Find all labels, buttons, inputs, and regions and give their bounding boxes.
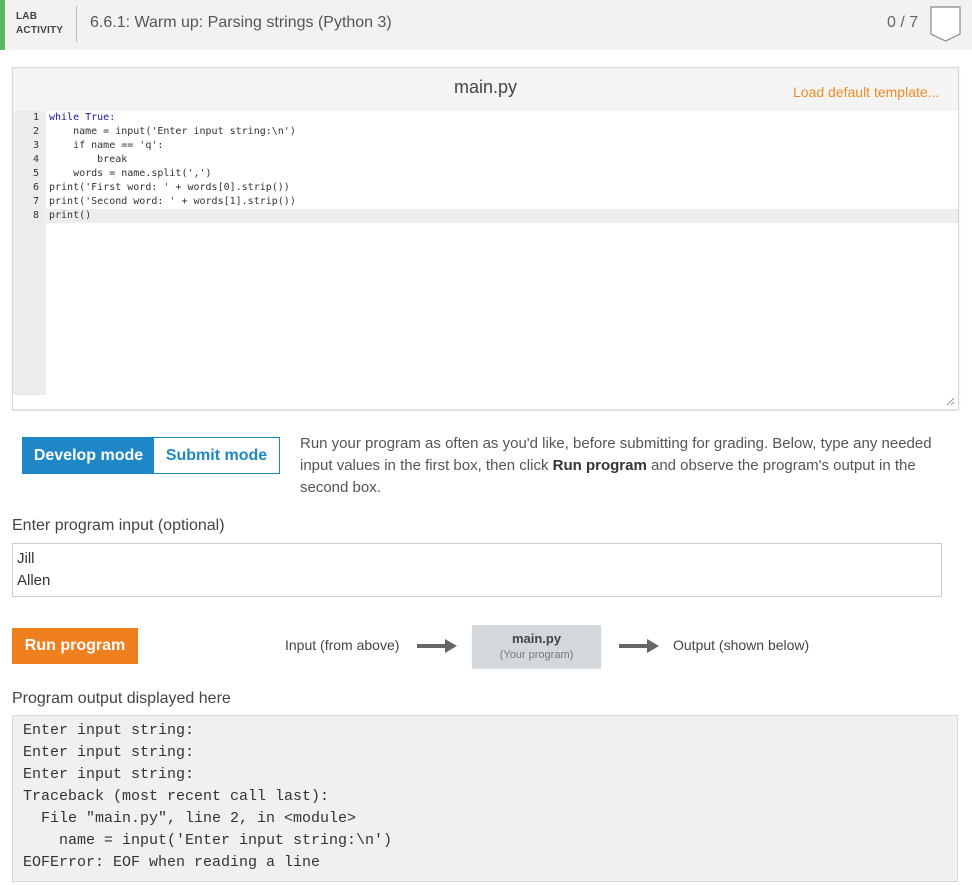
line-number-gutter: 1 2 3 4 5 6 7 8 bbox=[13, 111, 46, 395]
activity-title: 6.6.1: Warm up: Parsing strings (Python … bbox=[90, 14, 392, 31]
mode-desc-bold: Run program bbox=[552, 457, 647, 474]
code-line[interactable]: while True: bbox=[49, 111, 115, 125]
code-line[interactable]: print() bbox=[49, 209, 91, 223]
mode-description: Run your program as often as you'd like,… bbox=[300, 433, 965, 499]
lab-label-line1: LAB bbox=[16, 11, 38, 22]
output-line: Enter input string: bbox=[23, 722, 195, 739]
code-line[interactable]: if name == 'q': bbox=[49, 139, 163, 153]
program-box-subtitle: (Your program) bbox=[499, 649, 574, 661]
flow-input-label: Input (from above) bbox=[285, 637, 400, 653]
lab-activity-label: LAB ACTIVITY bbox=[16, 10, 63, 38]
resize-grip-icon[interactable] bbox=[945, 396, 955, 406]
activity-header: LAB ACTIVITY 6.6.1: Warm up: Parsing str… bbox=[0, 0, 972, 50]
run-program-button[interactable]: Run program bbox=[12, 628, 138, 664]
completion-badge-icon bbox=[930, 6, 961, 42]
program-input-label: Enter program input (optional) bbox=[12, 517, 225, 534]
arrow-right-icon bbox=[619, 639, 659, 653]
code-line[interactable]: name = input('Enter input string:\n') bbox=[49, 125, 296, 139]
output-line: Enter input string: bbox=[23, 766, 195, 783]
develop-mode-button[interactable]: Develop mode bbox=[23, 438, 154, 473]
line-number: 4 bbox=[32, 154, 39, 165]
program-output-label: Program output displayed here bbox=[12, 690, 231, 707]
program-input-field[interactable] bbox=[12, 543, 942, 597]
code-line[interactable]: print('First word: ' + words[0].strip()) bbox=[49, 181, 290, 195]
line-number: 5 bbox=[32, 168, 39, 179]
output-line: Enter input string: bbox=[23, 744, 195, 761]
active-line-highlight bbox=[13, 209, 958, 223]
code-editor-panel: main.py Load default template... 1 2 3 4… bbox=[12, 67, 959, 410]
output-line: EOFError: EOF when reading a line bbox=[23, 854, 321, 871]
program-box-name: main.py bbox=[511, 631, 562, 646]
code-line[interactable]: print('Second word: ' + words[1].strip()… bbox=[49, 195, 296, 209]
arrow-right-icon bbox=[417, 639, 457, 653]
lab-label-line2: ACTIVITY bbox=[16, 25, 64, 36]
line-number: 3 bbox=[32, 140, 39, 151]
editor-toolbar: main.py Load default template... bbox=[13, 68, 958, 111]
line-number: 8 bbox=[32, 210, 39, 221]
mode-toggle: Develop mode Submit mode bbox=[22, 437, 280, 474]
score-display: 0 / 7 bbox=[887, 14, 919, 31]
line-number: 1 bbox=[32, 112, 39, 123]
load-default-template-link[interactable]: Load default template... bbox=[793, 84, 939, 100]
line-number: 2 bbox=[32, 126, 39, 137]
flow-output-label: Output (shown below) bbox=[673, 637, 810, 653]
program-output-box: Enter input string: Enter input string: … bbox=[12, 715, 958, 882]
header-divider bbox=[76, 6, 77, 42]
submit-mode-button[interactable]: Submit mode bbox=[154, 438, 279, 473]
output-line: File "main.py", line 2, in <module> bbox=[23, 810, 357, 827]
output-line: Traceback (most recent call last): bbox=[23, 788, 330, 805]
code-line[interactable]: words = name.split(',') bbox=[49, 167, 211, 181]
code-line[interactable]: break bbox=[49, 153, 127, 167]
line-number: 7 bbox=[32, 196, 39, 207]
output-line: name = input('Enter input string:\n') bbox=[23, 832, 393, 849]
line-number: 6 bbox=[32, 182, 39, 193]
program-box: main.py (Your program) bbox=[472, 625, 601, 668]
